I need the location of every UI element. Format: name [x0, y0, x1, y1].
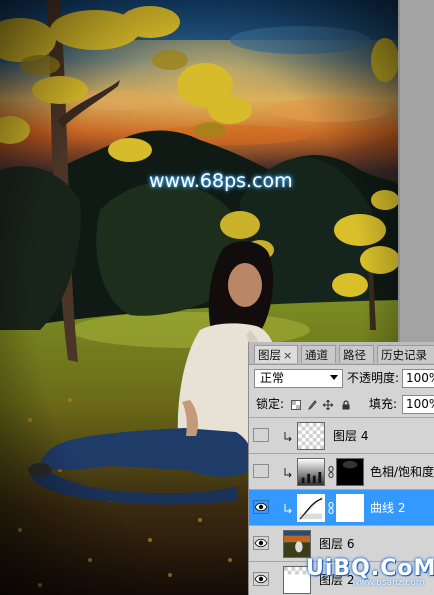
lock-all-icon[interactable] — [341, 400, 351, 410]
clip-arrow-icon — [284, 504, 292, 514]
chevron-down-icon — [330, 375, 338, 380]
link-icon[interactable] — [328, 466, 334, 478]
visibility-toggle[interactable] — [253, 572, 269, 586]
opacity-value: 100% — [406, 371, 434, 385]
site-logo-url: www.psanz.com — [352, 578, 425, 588]
eye-icon — [254, 538, 268, 548]
visibility-toggle[interactable] — [253, 536, 269, 550]
blend-mode-value: 正常 — [260, 371, 285, 385]
layer-thumbnail-transparent — [297, 422, 325, 450]
tab-channels[interactable]: 通道 — [301, 345, 336, 363]
layer-row-hue-saturation[interactable]: 色相/饱和度 — [249, 454, 434, 490]
opacity-input[interactable]: 100% — [402, 369, 434, 388]
visibility-toggle[interactable] — [253, 464, 269, 478]
fill-input[interactable]: 100% — [402, 395, 434, 414]
fill-value: 100% — [406, 397, 434, 411]
eye-icon — [254, 502, 268, 512]
lock-brush-icon[interactable] — [307, 400, 317, 410]
close-icon[interactable]: × — [283, 349, 292, 362]
tab-layers[interactable]: 图层 × — [254, 345, 298, 363]
clip-arrow-icon — [284, 432, 292, 442]
tab-history-label: 历史记录 — [381, 348, 427, 362]
layer-name: 曲线 2 — [370, 501, 406, 515]
layer-mask-thumbnail[interactable] — [336, 458, 364, 486]
blend-mode-select[interactable]: 正常 — [254, 369, 343, 388]
layer-row-4[interactable]: 图层 4 — [249, 418, 434, 454]
curves-adjustment-icon — [297, 494, 325, 522]
layer-mask-thumbnail[interactable] — [336, 494, 364, 522]
visibility-toggle[interactable] — [253, 428, 269, 442]
link-icon[interactable] — [328, 502, 334, 514]
blend-row: 正常 不透明度: 100% — [249, 366, 434, 392]
layer-row-curves[interactable]: 曲线 2 — [249, 490, 434, 526]
visibility-toggle[interactable] — [253, 500, 269, 514]
lock-move-icon[interactable] — [323, 400, 333, 410]
lock-row: 锁定: 填充: 100% — [249, 393, 434, 418]
canvas-background — [398, 0, 434, 342]
tab-layers-label: 图层 — [258, 348, 281, 362]
layer-name: 图层 4 — [333, 429, 369, 443]
eye-icon — [254, 574, 268, 584]
clip-arrow-icon — [284, 468, 292, 478]
layer-thumbnail-photo — [283, 530, 311, 558]
tab-history[interactable]: 历史记录 — [377, 345, 434, 363]
opacity-label: 不透明度: — [347, 371, 400, 385]
watermark-text: www.68ps.com — [149, 170, 293, 192]
tab-paths[interactable]: 路径 — [339, 345, 374, 363]
tab-channels-label: 通道 — [305, 348, 328, 362]
layer-name: 色相/饱和度 — [370, 465, 434, 479]
canvas-divider — [398, 0, 400, 342]
tab-paths-label: 路径 — [343, 348, 366, 362]
lock-transparent-icon[interactable] — [291, 400, 301, 410]
panel-tab-bar: 图层 × 通道 路径 历史记录 — [249, 342, 434, 365]
hue-saturation-adjustment-icon — [297, 458, 325, 486]
lock-label: 锁定: — [256, 397, 285, 411]
fill-label: 填充: — [369, 397, 398, 411]
